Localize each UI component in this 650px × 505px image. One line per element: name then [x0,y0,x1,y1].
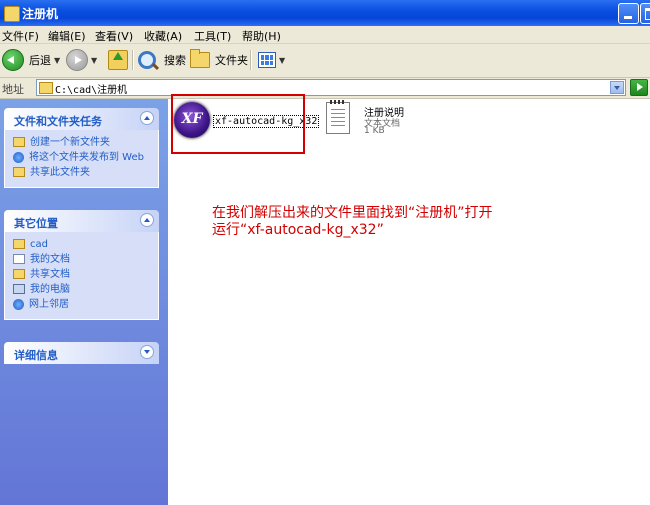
back-label: 后退 [29,54,51,67]
tasks-panel-header[interactable]: 文件和文件夹任务 [4,108,159,130]
annotation-line-1: 在我们解压出来的文件里面找到“注册机”打开 [212,205,493,221]
expand-icon[interactable] [140,345,154,359]
place-label: 我的文档 [30,254,70,265]
title-bar: 注册机 [0,0,650,26]
folder-icon [13,239,25,249]
place-my-documents[interactable]: 我的文档 [13,253,152,266]
window-title: 注册机 [22,7,59,21]
toolbar: 后退 ▼ ▼ 搜索 文件夹 ▼ [0,44,650,78]
chevron-down-icon: ▼ [279,55,286,65]
search-label: 搜索 [164,54,186,67]
highlight-annotation-box [171,94,305,154]
place-label: 网上邻居 [29,299,69,310]
folders-button[interactable]: 文件夹 [190,48,248,72]
task-label: 创建一个新文件夹 [30,137,110,148]
chevron-down-icon[interactable] [610,81,624,94]
forward-button[interactable]: ▼ [66,48,97,72]
places-panel-header[interactable]: 其它位置 [4,210,159,232]
place-shared-documents[interactable]: 共享文档 [13,268,152,281]
back-button[interactable]: 后退 ▼ [2,48,60,72]
documents-icon [13,254,25,264]
place-label: 我的电脑 [30,284,70,295]
forward-arrow-icon [66,49,88,71]
task-pane: 文件和文件夹任务 创建一个新文件夹 将这个文件夹发布到 Web 共享此文件夹 其… [0,99,168,505]
menu-favorites[interactable]: 收藏(A) [144,28,182,44]
new-folder-icon [13,137,25,147]
go-button[interactable] [630,79,648,96]
task-publish-web[interactable]: 将这个文件夹发布到 Web [13,151,152,164]
up-button[interactable] [108,48,128,72]
views-button[interactable]: ▼ [258,48,285,72]
place-cad[interactable]: cad [13,238,152,251]
tasks-panel-body: 创建一个新文件夹 将这个文件夹发布到 Web 共享此文件夹 [4,130,159,188]
search-icon [138,51,156,69]
views-icon [258,52,276,68]
menu-bar: 文件(F) 编辑(E) 查看(V) 收藏(A) 工具(T) 帮助(H) [0,26,650,44]
place-my-computer[interactable]: 我的电脑 [13,283,152,296]
task-new-folder[interactable]: 创建一个新文件夹 [13,136,152,149]
place-label: 共享文档 [30,269,70,280]
menu-help[interactable]: 帮助(H) [242,28,281,44]
search-button[interactable]: 搜索 [138,48,186,72]
network-icon [13,299,24,310]
instruction-annotation: 在我们解压出来的文件里面找到“注册机”打开 运行“xf-autocad-kg_x… [212,205,592,239]
toolbar-separator [250,50,252,70]
chevron-down-icon: ▼ [54,55,61,65]
address-path: C:\cad\注册机 [55,85,128,96]
details-panel: 详细信息 [4,342,159,364]
task-label: 将这个文件夹发布到 Web [29,152,144,163]
folder-up-icon [108,50,128,70]
collapse-icon[interactable] [140,111,154,125]
collapse-icon[interactable] [140,213,154,227]
shared-folder-icon [13,269,25,279]
task-label: 共享此文件夹 [30,167,90,178]
place-label: cad [30,239,48,250]
menu-file[interactable]: 文件(F) [2,28,39,44]
back-arrow-icon [2,49,24,71]
tasks-panel: 文件和文件夹任务 创建一个新文件夹 将这个文件夹发布到 Web 共享此文件夹 [4,108,159,188]
text-file-icon[interactable] [326,100,350,134]
address-input[interactable]: C:\cad\注册机 [36,79,626,96]
annotation-line-2: 运行“xf-autocad-kg_x32” [212,222,384,238]
file-list-area[interactable] [168,99,650,505]
file-size-readme: 1 KB [364,126,385,136]
task-share-folder[interactable]: 共享此文件夹 [13,166,152,179]
folder-icon [190,49,210,68]
share-folder-icon [13,167,25,177]
places-panel-title: 其它位置 [14,217,58,230]
folder-icon [4,6,20,22]
computer-icon [13,284,25,294]
menu-view[interactable]: 查看(V) [95,28,133,44]
tasks-panel-title: 文件和文件夹任务 [14,115,102,128]
folders-label: 文件夹 [215,54,248,67]
address-label: 地址 [2,83,24,96]
menu-edit[interactable]: 编辑(E) [48,28,86,44]
folder-icon [39,82,53,94]
chevron-down-icon: ▼ [91,55,98,65]
toolbar-separator [132,50,134,70]
details-panel-title: 详细信息 [14,349,58,362]
place-network[interactable]: 网上邻居 [13,298,152,311]
publish-web-icon [13,152,24,163]
address-bar: 地址 C:\cad\注册机 [0,78,650,99]
details-panel-header[interactable]: 详细信息 [4,342,159,364]
maximize-button[interactable] [640,3,650,24]
places-panel-body: cad 我的文档 共享文档 我的电脑 网上邻居 [4,232,159,320]
menu-tools[interactable]: 工具(T) [194,28,231,44]
minimize-button[interactable] [618,3,639,24]
places-panel: 其它位置 cad 我的文档 共享文档 我的电脑 网上邻居 [4,210,159,320]
